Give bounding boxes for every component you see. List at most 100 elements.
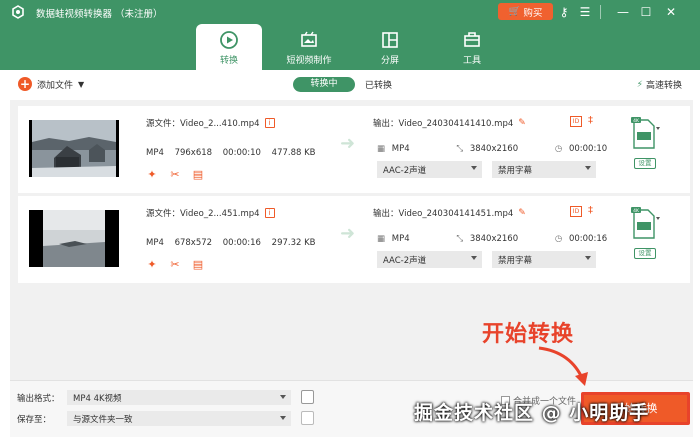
output-format-label: 输出格式： (17, 394, 60, 404)
magic-wand-icon[interactable]: ✦ (146, 259, 158, 271)
close-icon[interactable]: ✕ (664, 4, 678, 20)
resize-icon: ⤡ (456, 144, 464, 154)
scissors-icon[interactable]: ✂ (169, 259, 181, 271)
output-format: MP4 (391, 144, 410, 154)
chevron-down-icon (471, 166, 477, 170)
source-duration: 00:00:16 (222, 238, 261, 248)
save-to-label: 保存至： (17, 415, 52, 425)
tab-split-screen[interactable]: 分屏 (357, 24, 423, 70)
info-badge-icon[interactable]: ID (570, 206, 582, 217)
chevron-down-icon[interactable]: ▼ (78, 80, 84, 89)
source-format: MP4 (146, 148, 164, 158)
maximize-icon[interactable]: ☐ (639, 4, 653, 20)
save-to-select[interactable]: 与源文件夹一致 (67, 411, 291, 426)
file-list: 源文件：Video_2...410.mp4 i MP4 796x618 00:0… (10, 100, 693, 380)
output-duration: 00:00:10 (568, 144, 608, 154)
film-icon: ▦ (377, 234, 386, 244)
tab-convert[interactable]: 转换 (196, 24, 262, 70)
clock-icon: ◷ (554, 234, 563, 244)
arrow-right-icon: ➜ (340, 133, 356, 154)
scissors-icon[interactable]: ✂ (169, 169, 181, 181)
lightning-icon: ⚡ (636, 79, 643, 90)
cart-icon: 🛒 (508, 6, 521, 17)
tab-short-video[interactable]: 短视频制作 (276, 24, 342, 70)
source-file-label: 源文件：Video_2...410.mp4 (146, 119, 260, 129)
output-duration: 00:00:16 (568, 234, 608, 244)
add-file-label: 添加文件 (37, 80, 74, 91)
subtitle-select-value: 禁用字幕 (498, 166, 533, 176)
output-meta: ▦ MP4 ⤡ 3840x2160 ◷ 00:00:16 (377, 234, 607, 244)
pencil-icon[interactable]: ✎ (518, 208, 526, 218)
watermark: 掘金技术社区 @ 小明助手 (414, 402, 650, 424)
subtitle-edit-icon[interactable]: ▤ (192, 169, 204, 181)
pencil-icon[interactable]: ✎ (518, 118, 526, 128)
tab-converting[interactable]: 转换中 (293, 77, 355, 92)
output-format-icon[interactable]: 4K (630, 114, 660, 154)
chevron-down-icon (280, 416, 286, 420)
subtitle-select[interactable]: 禁用字幕 (492, 251, 596, 268)
source-format: MP4 (146, 238, 164, 248)
source-resolution: 678x572 (174, 238, 213, 248)
title-bar: 数据蛙视频转换器 （未注册） 🛒 购买 ⚷ ☰ — ☐ ✕ (0, 0, 700, 24)
file-card: 源文件：Video_2...451.mp4 i MP4 678x572 00:0… (18, 196, 690, 283)
tab-tools-label: 工具 (462, 56, 481, 66)
arrow-right-icon: ➜ (340, 223, 356, 244)
short-video-icon (301, 31, 317, 47)
app-logo-icon (12, 5, 24, 19)
plus-icon: + (18, 77, 32, 91)
output-file-name: 输出：Video_240304141451.mp4 ✎ (373, 207, 526, 219)
menu-icon[interactable]: ☰ (578, 4, 592, 20)
svg-text:4K: 4K (633, 208, 640, 214)
tab-bar: 转换 短视频制作 分屏 工具 (0, 24, 700, 70)
minimize-icon[interactable]: — (616, 4, 630, 20)
tab-converted[interactable]: 已转换 (365, 78, 392, 91)
tab-short-video-label: 短视频制作 (286, 56, 332, 66)
output-file-label: 输出：Video_240304141410.mp4 (373, 119, 514, 129)
app-title: 数据蛙视频转换器 （未注册） (36, 9, 163, 20)
chevron-down-icon (471, 256, 477, 260)
tab-convert-label: 转换 (219, 56, 238, 66)
save-to-select-value: 与源文件夹一致 (73, 415, 133, 425)
file-card: 源文件：Video_2...410.mp4 i MP4 796x618 00:0… (18, 106, 690, 193)
trim-icon[interactable]: ‡ (588, 115, 593, 126)
subtitle-select-value: 禁用字幕 (498, 256, 533, 266)
audio-select[interactable]: AAC-2声道 (377, 161, 482, 178)
magic-wand-icon[interactable]: ✦ (146, 169, 158, 181)
video-thumbnail[interactable] (29, 120, 119, 177)
output-format-select[interactable]: MP4 4K视频 (67, 390, 291, 405)
info-icon[interactable]: i (264, 208, 275, 218)
output-format-select-value: MP4 4K视频 (73, 394, 122, 404)
add-file-button[interactable]: + 添加文件 ▼ (18, 77, 84, 91)
video-thumbnail[interactable] (29, 210, 119, 267)
settings-button[interactable]: 设置 (634, 248, 656, 259)
settings-button[interactable]: 设置 (634, 158, 656, 169)
speed-convert-button[interactable]: ⚡ 高速转换 (636, 78, 682, 92)
info-icon[interactable]: i (264, 118, 275, 128)
edit-tools: ✦ ✂ ▤ (146, 259, 204, 271)
chevron-down-icon (280, 395, 286, 399)
key-icon[interactable]: ⚷ (557, 4, 571, 20)
info-badge-icon[interactable]: ID (570, 116, 582, 127)
source-file-name: 源文件：Video_2...410.mp4 i (146, 117, 275, 129)
toolbox-icon (464, 32, 480, 47)
tab-tools[interactable]: 工具 (439, 24, 505, 70)
output-format-icon[interactable]: 4K (630, 204, 660, 244)
titlebar-divider (600, 5, 601, 19)
clock-icon: ◷ (554, 144, 563, 154)
folder-icon[interactable] (301, 411, 314, 425)
subtitle-edit-icon[interactable]: ▤ (192, 259, 204, 271)
audio-select[interactable]: AAC-2声道 (377, 251, 482, 268)
output-file-name: 输出：Video_240304141410.mp4 ✎ (373, 117, 526, 129)
subtitle-select[interactable]: 禁用字幕 (492, 161, 596, 178)
trim-icon[interactable]: ‡ (588, 205, 593, 216)
source-file-name: 源文件：Video_2...451.mp4 i (146, 207, 275, 219)
audio-select-value: AAC-2声道 (383, 166, 427, 176)
buy-button[interactable]: 🛒 购买 (498, 3, 553, 20)
speed-convert-label: 高速转换 (645, 81, 682, 91)
split-screen-icon (382, 32, 398, 48)
convert-icon (220, 31, 238, 49)
audio-select-value: AAC-2声道 (383, 256, 427, 266)
film-icon: ▦ (377, 144, 386, 154)
buy-button-label: 购买 (523, 7, 543, 19)
format-settings-icon[interactable] (301, 390, 314, 404)
